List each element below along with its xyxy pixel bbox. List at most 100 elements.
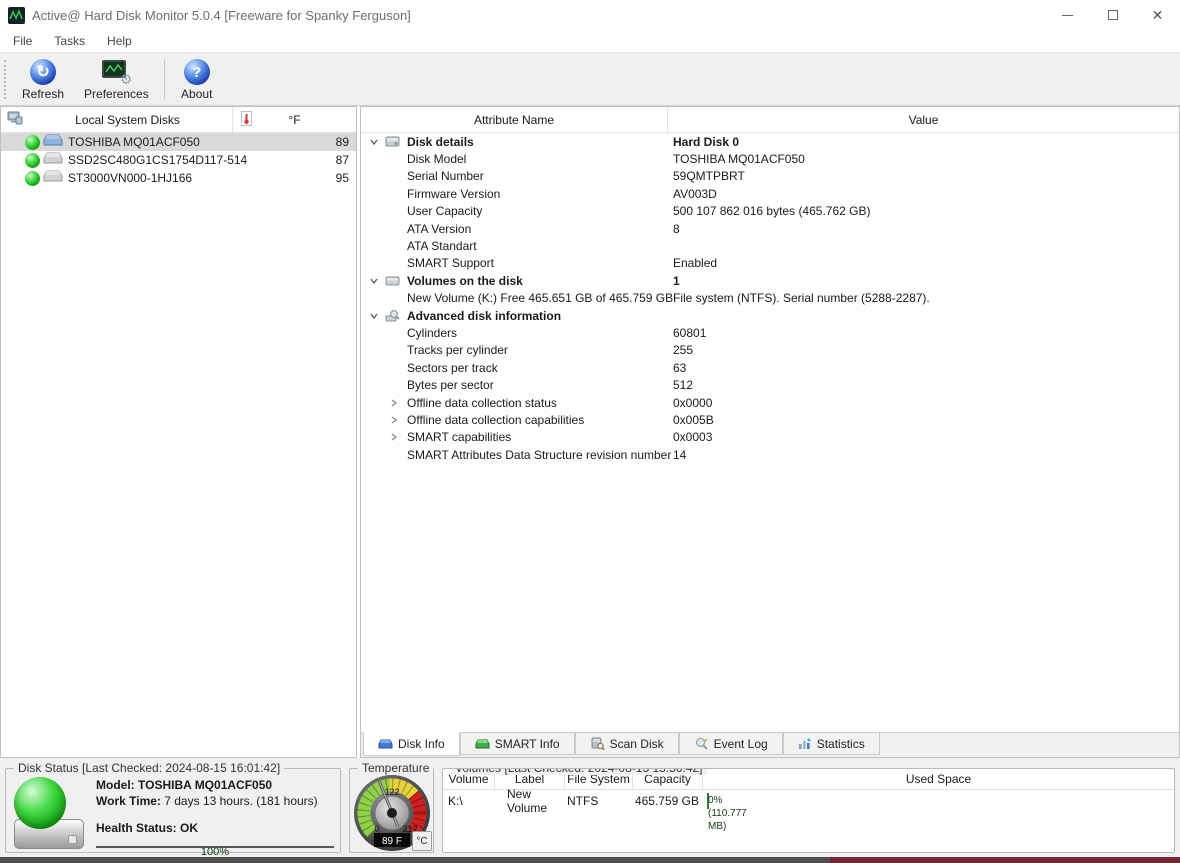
tab-event-log[interactable]: Event Log [678, 733, 783, 755]
attribute-value: 59QMTPBRT [673, 169, 745, 184]
volume-letter: K:\ [448, 793, 463, 808]
disk-status-ok-icon [25, 170, 40, 186]
attribute-row[interactable]: SMART capabilities 0x0003 [361, 429, 1179, 446]
attribute-value: AV003D [673, 186, 717, 201]
column-label: Local System Disks [75, 112, 180, 127]
gauge-reading-label: 89 F [382, 836, 402, 847]
attribute-value: Enabled [673, 256, 718, 271]
about-icon: ? [183, 59, 210, 85]
disk-row[interactable]: ST3000VN000-1HJ166 95 [1, 169, 356, 187]
preferences-button[interactable]: ⚙ Preferences [74, 56, 159, 103]
attribute-row[interactable]: Volumes on the disk 1 [361, 272, 1179, 289]
attribute-name: Volumes on the disk [407, 273, 523, 288]
attribute-name: Bytes per sector [407, 378, 494, 393]
column-header-local-system-disks[interactable]: Local System Disks [1, 107, 233, 132]
chevron-right-icon [389, 415, 399, 425]
work-time-line: Work Time: 7 days 13 hours. (181 hours) [96, 793, 334, 809]
app-icon [8, 6, 25, 24]
attribute-name: Offline data collection capabilities [407, 412, 585, 427]
health-percent-label: 100% [200, 846, 230, 858]
attribute-row[interactable]: Tracks per cylinder 255 [361, 342, 1179, 359]
disk-status-ok-icon [25, 134, 40, 150]
attribute-row[interactable]: Sectors per track 63 [361, 359, 1179, 376]
celsius-toggle-button[interactable]: °C [412, 831, 432, 851]
column-header-temperature[interactable]: °F [233, 107, 356, 132]
attribute-row[interactable]: ATA Standart [361, 237, 1179, 254]
disk-list-header: Local System Disks °F [1, 107, 356, 133]
attribute-name: ATA Version [407, 221, 472, 236]
attribute-row[interactable]: New Volume (K:) Free 465.651 GB of 465.7… [361, 290, 1179, 307]
computer-icon [7, 111, 23, 128]
attribute-row[interactable]: Disk details Hard Disk 0 [361, 133, 1179, 150]
attribute-name: Disk Model [407, 152, 467, 167]
disk-row[interactable]: SSD2SC480G1CS1754D117-514 87 [1, 151, 356, 169]
attribute-row[interactable]: Offline data collection capabilities 0x00… [361, 411, 1179, 428]
menu-tasks[interactable]: Tasks [43, 32, 96, 50]
column-header-value[interactable]: Value [668, 107, 1179, 132]
disk-row[interactable]: TOSHIBA MQ01ACF050 89 [1, 133, 356, 151]
close-icon[interactable]: ✕ [1135, 0, 1180, 30]
volume-capacity: 465.759 GB [634, 793, 699, 808]
tab-smart-info[interactable]: SMART Info [459, 733, 575, 755]
volumes-group: Volumes [Last Checked: 2024-08-15 15:56:… [442, 768, 1175, 853]
attribute-row[interactable]: Serial Number 59QMTPBRT [361, 168, 1179, 185]
attribute-row[interactable]: Firmware Version AV003D [361, 185, 1179, 202]
tab-disk-info[interactable]: Disk Info [363, 732, 460, 756]
titlebar: Active@ Hard Disk Monitor 5.0.4 [Freewar… [0, 0, 1180, 30]
attribute-row[interactable]: Bytes per sector 512 [361, 376, 1179, 393]
attribute-row[interactable]: SMART Attributes Data Structure revision… [361, 446, 1179, 463]
tab-scan-disk[interactable]: Scan Disk [574, 733, 679, 755]
attribute-row[interactable]: SMART Support Enabled [361, 255, 1179, 272]
refresh-button[interactable]: ↻ Refresh [12, 56, 74, 103]
maximize-icon[interactable] [1090, 0, 1135, 30]
statistics-icon [798, 737, 812, 750]
disk-status-group: Disk Status [Last Checked: 2024-08-15 16… [5, 761, 341, 858]
attribute-row[interactable]: Disk Model TOSHIBA MQ01ACF050 [361, 150, 1179, 167]
volumes-column-used-space[interactable]: Used Space [703, 769, 1174, 789]
about-button[interactable]: ? About [170, 56, 224, 103]
tab-label: Scan Disk [609, 736, 664, 751]
disk-name: SSD2SC480G1CS1754D117-514 [68, 153, 248, 167]
thermometer-icon [241, 110, 252, 129]
hard-disk-icon [43, 152, 63, 168]
tab-label: Disk Info [398, 737, 445, 751]
toolbar-grip-icon [4, 60, 8, 99]
attribute-name: SMART capabilities [407, 430, 512, 445]
content-area: Local System Disks °F TOSHIBA MQ01ACF050… [0, 106, 1180, 758]
toolbar-button-label: Refresh [22, 87, 65, 101]
tab-statistics[interactable]: Statistics [782, 733, 880, 755]
attribute-name: ATA Standart [407, 239, 477, 254]
gauge-max-label: 122 [384, 787, 399, 797]
attribute-name: Serial Number [407, 169, 484, 184]
column-header-attribute-name[interactable]: Attribute Name [361, 107, 668, 132]
attribute-row[interactable]: Offline data collection status 0x0000 [361, 394, 1179, 411]
refresh-icon: ↻ [30, 59, 57, 85]
attribute-value: 0x0000 [673, 395, 713, 410]
used-space-bar: 0% (110.777 MB) [707, 792, 747, 832]
attribute-row[interactable]: ATA Version 8 [361, 220, 1179, 237]
toolbar: ↻ Refresh ⚙ Preferences? About [0, 52, 1180, 106]
attribute-value: Hard Disk 0 [673, 134, 740, 149]
tab-label: Event Log [713, 736, 768, 751]
attribute-row[interactable]: Cylinders 60801 [361, 324, 1179, 341]
attribute-row[interactable]: User Capacity 500 107 862 016 bytes (465.… [361, 203, 1179, 220]
disk-name: TOSHIBA MQ01ACF050 [68, 135, 200, 149]
attributes-header: Attribute Name Value [361, 107, 1179, 133]
attribute-name: Firmware Version [407, 186, 501, 201]
attribute-value: 60801 [673, 325, 707, 340]
minimize-icon[interactable] [1045, 0, 1090, 30]
disk-health-icon [12, 777, 90, 849]
health-progress-bar: 100% [96, 846, 334, 858]
bottom-panel: Disk Status [Last Checked: 2024-08-15 16… [0, 758, 1180, 858]
menu-file[interactable]: File [2, 32, 43, 50]
disk-status-ok-icon [25, 152, 40, 168]
tab-strip: Disk Info SMART Info Scan Disk Event Log Sta… [361, 732, 1179, 757]
volume-row[interactable]: K:\ New Volume NTFS 465.759 GB 0% (110.7… [443, 787, 1174, 832]
attribute-row[interactable]: Advanced disk information [361, 307, 1179, 324]
attribute-value: 14 [673, 447, 687, 462]
volume-icon [385, 276, 400, 286]
menu-help[interactable]: Help [96, 32, 143, 50]
attribute-value: 255 [673, 343, 694, 358]
volume-filesystem: NTFS [567, 793, 599, 808]
hdd-gray [43, 152, 63, 165]
